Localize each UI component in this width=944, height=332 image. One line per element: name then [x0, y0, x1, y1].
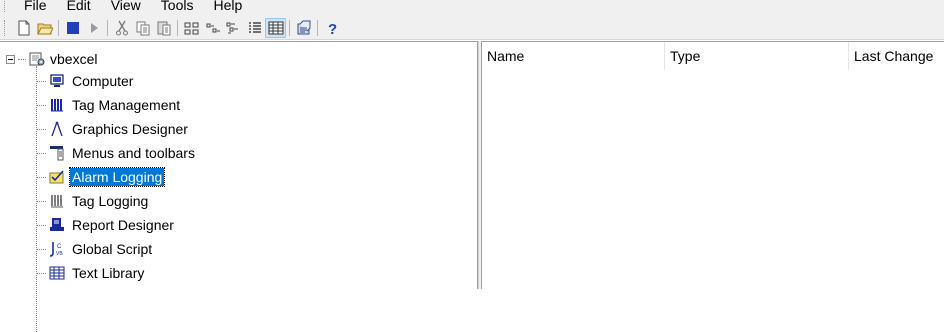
menu-edit[interactable]: Edit	[57, 0, 101, 13]
tree-item-label: Menus and toolbars	[72, 145, 195, 161]
menu-bar-grip[interactable]	[4, 0, 8, 12]
tree-root-vbexcel[interactable]: vbexcel	[6, 48, 97, 70]
properties-button[interactable]	[293, 18, 314, 38]
details-view-button[interactable]	[244, 18, 265, 38]
graphics-designer-icon	[48, 120, 66, 138]
text-library-icon	[48, 264, 66, 282]
tree-item-graphics-designer[interactable]: Graphics Designer	[36, 117, 190, 141]
help-button[interactable]: ?	[321, 18, 342, 38]
computer-icon	[48, 72, 66, 90]
tag-logging-icon	[48, 192, 66, 210]
tree-item-label: Tag Management	[72, 97, 181, 113]
help-icon: ?	[328, 21, 337, 36]
cut-icon	[115, 20, 128, 35]
paste-button[interactable]	[153, 18, 174, 38]
tree-item-tag-management[interactable]: Tag Management	[36, 93, 182, 117]
copy-icon	[136, 21, 149, 35]
tree-item-report-designer[interactable]: Report Designer	[36, 213, 176, 237]
cut-button[interactable]	[111, 18, 132, 38]
tree-item-tag-logging[interactable]: Tag Logging	[36, 189, 150, 213]
toolbar: ?	[0, 16, 944, 40]
tree-connector	[18, 58, 26, 60]
paste-icon	[157, 21, 170, 35]
details-grid-view-icon	[268, 21, 283, 34]
navigation-tree[interactable]: vbexcel Computer Tag Management Graphics…	[0, 41, 478, 332]
small-icons-view-icon	[206, 23, 220, 32]
svg-text:C: C	[57, 244, 62, 250]
menu-bar: File Edit View Tools Help	[0, 0, 944, 16]
toolbar-grip[interactable]	[4, 19, 7, 36]
play-icon	[90, 22, 98, 33]
toolbar-separator	[177, 19, 178, 36]
tree-item-menus-and-toolbars[interactable]: Menus and toolbars	[36, 141, 197, 165]
list-view-button[interactable]	[223, 18, 244, 38]
report-designer-icon	[48, 216, 66, 234]
small-icons-button[interactable]	[202, 18, 223, 38]
menu-tools[interactable]: Tools	[151, 0, 204, 13]
menu-view[interactable]: View	[101, 0, 151, 13]
open-button[interactable]	[34, 18, 55, 38]
open-folder-icon	[36, 23, 53, 34]
run-button[interactable]	[83, 18, 104, 38]
list-view-icon	[226, 22, 238, 33]
tree-item-label: Report Designer	[72, 217, 174, 233]
global-script-icon: C VB	[48, 240, 66, 258]
large-icons-view-icon	[184, 22, 198, 34]
new-document-icon	[18, 20, 29, 35]
tree-item-label: Graphics Designer	[72, 121, 188, 137]
details-grid-view-button[interactable]	[265, 17, 286, 38]
tree-item-label: Global Script	[72, 241, 153, 257]
tag-management-icon	[48, 96, 66, 114]
tree-item-label: Alarm Logging	[68, 167, 166, 187]
tree-root-label: vbexcel	[50, 51, 98, 67]
tree-item-label: Computer	[72, 73, 134, 89]
details-view-icon	[248, 21, 261, 33]
tree-item-label: Tag Logging	[72, 193, 149, 209]
tree-item-global-script[interactable]: C VB Global Script	[36, 237, 154, 261]
details-list[interactable]: Name Type Last Change	[482, 41, 944, 289]
tree-item-alarm-logging[interactable]: Alarm Logging	[36, 165, 166, 189]
column-header-last-change[interactable]: Last Change	[849, 42, 944, 70]
large-icons-button[interactable]	[181, 18, 202, 38]
toolbar-separator	[317, 19, 318, 36]
properties-icon	[297, 20, 310, 34]
collapse-icon[interactable]	[6, 54, 15, 64]
menu-file[interactable]: File	[14, 0, 57, 13]
list-header: Name Type Last Change	[482, 42, 944, 70]
svg-text:VB: VB	[56, 251, 63, 257]
tree-item-label: Text Library	[72, 265, 145, 281]
menu-help[interactable]: Help	[203, 0, 252, 13]
column-header-type[interactable]: Type	[665, 42, 849, 70]
alarm-logging-icon	[48, 168, 66, 186]
toolbar-separator	[107, 19, 108, 36]
copy-button[interactable]	[132, 18, 153, 38]
column-header-name[interactable]: Name	[482, 42, 665, 70]
stop-button[interactable]	[62, 18, 83, 38]
toolbar-separator	[58, 19, 59, 36]
new-button[interactable]	[13, 18, 34, 38]
menus-toolbars-icon	[48, 144, 66, 162]
project-icon	[28, 50, 46, 68]
tree-item-text-library[interactable]: Text Library	[36, 261, 146, 285]
stop-icon	[66, 21, 79, 34]
svg-text:?: ?	[328, 21, 337, 36]
toolbar-separator	[289, 19, 290, 36]
tree-item-computer[interactable]: Computer	[36, 69, 135, 93]
